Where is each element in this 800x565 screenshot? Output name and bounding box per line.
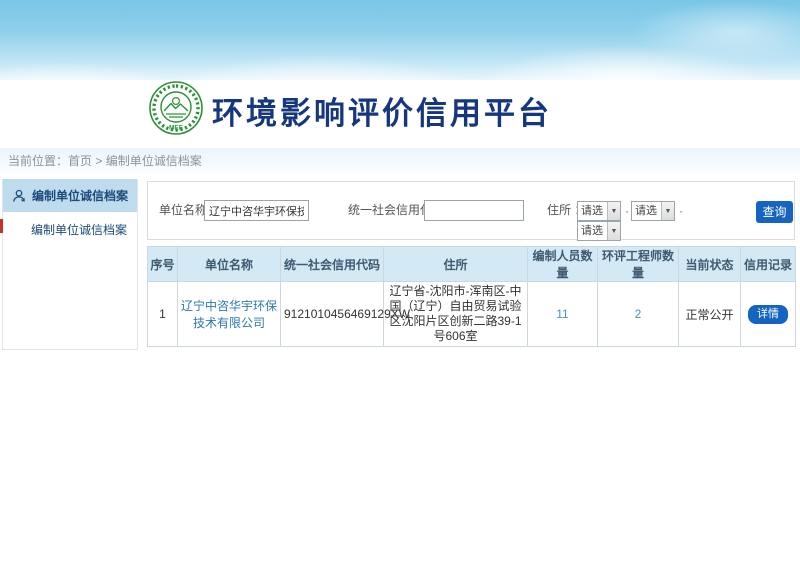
header-banner: MEE 环境影响评价信用平台 xyxy=(0,0,800,80)
address-separator-1: · xyxy=(625,201,629,222)
active-item-marker xyxy=(0,219,3,233)
table-row: 1 辽宁中咨华宇环保技术有限公司 9121010456469129XW 辽宁省-… xyxy=(148,282,796,347)
query-button[interactable]: 查询 xyxy=(756,201,793,223)
cell-index: 1 xyxy=(148,282,178,347)
staff-count-link[interactable]: 11 xyxy=(556,307,568,321)
breadcrumb: 当前位置：首页 > 编制单位诚信档案 xyxy=(0,148,800,175)
col-header-address: 住所 xyxy=(384,247,528,282)
col-header-engineer-count: 环评工程师数量 xyxy=(598,247,679,282)
page: MEE 环境影响评价信用平台 当前位置：首页 > 编制单位诚信档案 编制单位诚信… xyxy=(0,0,800,565)
detail-button[interactable]: 详情 xyxy=(748,305,788,324)
col-header-unit-name: 单位名称 xyxy=(178,247,281,282)
province-select[interactable]: 请选择 ▼ xyxy=(577,201,621,221)
breadcrumb-divider: > xyxy=(95,154,102,168)
page-title: 环境影响评价信用平台 xyxy=(212,88,552,133)
sidebar-header-label: 编制单位诚信档案 xyxy=(32,187,128,204)
col-header-index: 序号 xyxy=(148,247,178,282)
results-table: 序号 单位名称 统一社会信用代码 住所 编制人员数量 环评工程师数量 当前状态 … xyxy=(147,246,796,347)
chevron-down-icon: ▼ xyxy=(661,202,674,220)
col-header-credit-record: 信用记录 xyxy=(741,247,796,282)
address-separator-2: · xyxy=(679,201,683,222)
mee-logo-icon: MEE xyxy=(148,80,204,136)
cell-status: 正常公开 xyxy=(679,282,741,347)
breadcrumb-location-label: 当前位置： xyxy=(8,154,68,168)
cell-address: 辽宁省-沈阳市-浑南区-中国（辽宁）自由贸易试验区沈阳片区创新二路39-1号60… xyxy=(384,282,528,347)
table-header-row: 序号 单位名称 统一社会信用代码 住所 编制人员数量 环评工程师数量 当前状态 … xyxy=(148,247,796,282)
unit-name-input[interactable] xyxy=(204,200,309,221)
breadcrumb-home-link[interactable]: 首页 xyxy=(68,154,92,168)
chevron-down-icon: ▼ xyxy=(607,202,620,220)
col-header-staff-count: 编制人员数量 xyxy=(528,247,598,282)
user-icon xyxy=(12,189,26,203)
engineer-count-link[interactable]: 2 xyxy=(635,307,642,321)
cell-credit-code: 9121010456469129XW xyxy=(281,282,384,347)
unit-name-link[interactable]: 辽宁中咨华宇环保技术有限公司 xyxy=(181,299,277,330)
sidebar-header: 编制单位诚信档案 xyxy=(3,179,137,212)
sidebar-item-archive[interactable]: 编制单位诚信档案 xyxy=(3,212,137,248)
credit-code-input[interactable] xyxy=(424,200,524,221)
breadcrumb-current: 编制单位诚信档案 xyxy=(106,154,202,168)
city-select[interactable]: 请选择 ▼ xyxy=(631,201,675,221)
sidebar: 编制单位诚信档案 编制单位诚信档案 xyxy=(2,179,138,350)
chevron-down-icon: ▼ xyxy=(607,222,620,240)
col-header-status: 当前状态 xyxy=(679,247,741,282)
svg-text:MEE: MEE xyxy=(169,125,184,132)
district-select[interactable]: 请选择 ▼ xyxy=(577,221,621,241)
col-header-credit-code: 统一社会信用代码 xyxy=(281,247,384,282)
search-form: 单位名称 ： 统一社会信用代码 ： 住所 ： 请选择 ▼ · 请选择 ▼ · 请… xyxy=(147,181,795,240)
